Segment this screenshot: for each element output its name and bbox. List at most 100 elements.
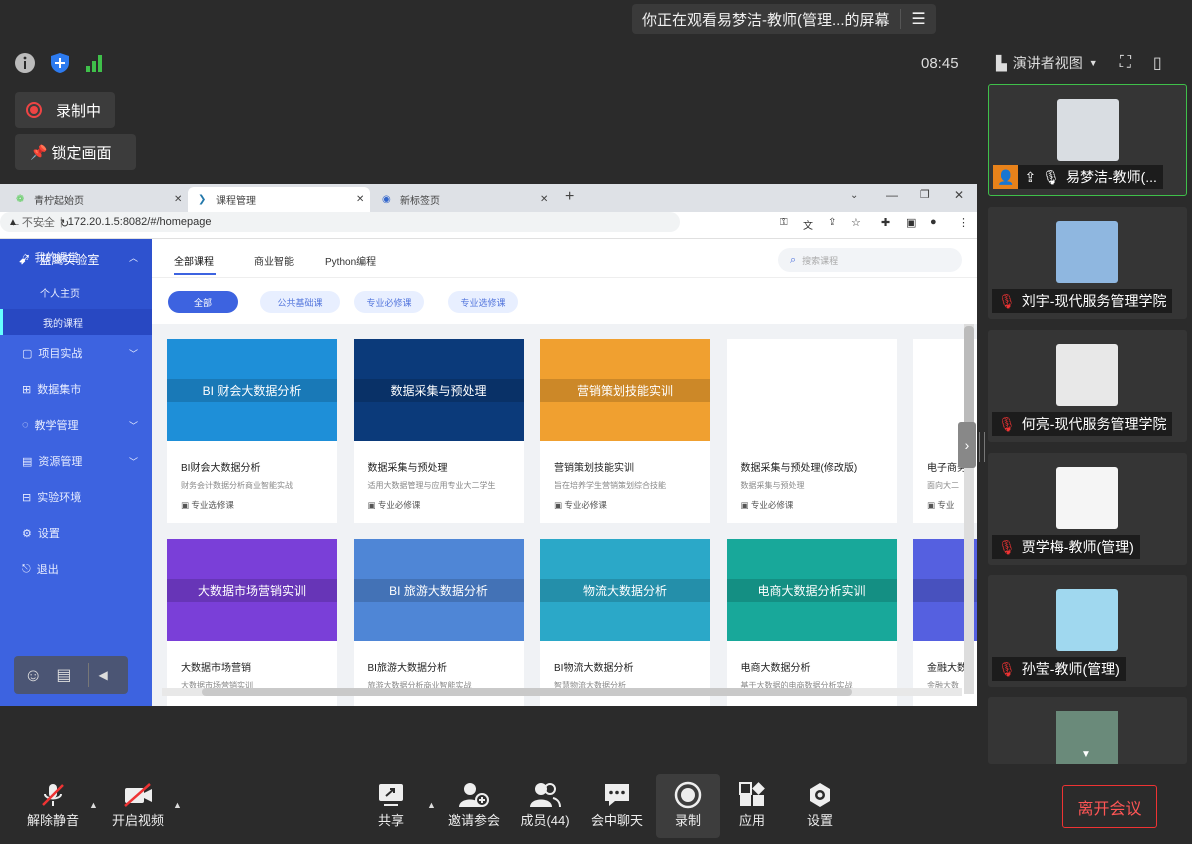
layout-icon[interactable]: ▙ (996, 55, 1007, 72)
fullscreen-icon[interactable]: ⛶ (1120, 54, 1131, 72)
back-icon[interactable]: ← (10, 217, 21, 229)
course-desc: 财务会计数据分析商业智能实战 (181, 481, 293, 490)
url-field[interactable]: ▲ 不安全 | 172.20.1.5:8082/#/homepage (0, 212, 680, 232)
nav-teaching[interactable]: ◌ 教学管理 ﹀ (0, 407, 152, 443)
record-button[interactable]: 录制 (654, 780, 722, 829)
lock-screen-button[interactable]: 📌 锁定画面 (15, 134, 136, 170)
start-video-button[interactable]: 开启视频 (104, 780, 172, 829)
new-tab-icon[interactable]: + (565, 188, 574, 206)
caret-up-icon[interactable]: ▲ (427, 800, 436, 810)
participant-tile[interactable]: 🎙 贾学梅-教师(管理) (988, 453, 1187, 565)
participant-tile[interactable]: 🎙 何亮-现代服务管理学院 (988, 330, 1187, 442)
v-scrollbar[interactable] (964, 324, 974, 694)
chevron-up-icon: ︿ (128, 252, 138, 263)
participant-tile[interactable]: 👤 ⇪ 🎙 易梦洁-教师(... (988, 84, 1187, 196)
minimize-icon[interactable]: — (886, 188, 898, 202)
search-input[interactable]: ⌕ 搜索课程 (778, 248, 962, 272)
share-button[interactable]: 共享 (357, 780, 425, 829)
nav-resources[interactable]: ▤ 资源管理 ﹀ (0, 443, 152, 479)
extension-icon[interactable]: ✚ (881, 216, 890, 229)
browser-tab[interactable]: ◉ 新标签页 ✕ (372, 187, 554, 212)
participant-name: 易梦洁-教师(... (1065, 169, 1157, 185)
course-card[interactable]: 物流大数据分析 BI物流大数据分析 智慧物流大数据分析 (540, 539, 710, 706)
tab-label: Python编程 (325, 257, 377, 268)
filter-public[interactable]: 公共基础课 (260, 291, 340, 313)
menu-icon[interactable]: ☰ (900, 9, 936, 29)
participant-tile[interactable]: ▼ (988, 697, 1187, 764)
close-icon[interactable]: ✕ (356, 194, 364, 205)
shield-icon[interactable] (49, 52, 71, 74)
leave-meeting-button[interactable]: 离开会议 (1062, 785, 1157, 828)
sharing-indicator[interactable]: 你正在观看易梦洁-教师(管理...的屏幕 ☰ (632, 4, 936, 34)
settings-button[interactable]: 设置 (786, 780, 854, 829)
participant-tile[interactable]: 🎙 孙莹-教师(管理) (988, 575, 1187, 687)
profile-icon[interactable]: ● (930, 216, 937, 228)
unmute-button[interactable]: 解除静音 (19, 780, 87, 829)
nav-lab-env[interactable]: ⊟ 实验环境 (0, 479, 152, 515)
translate-icon[interactable]: 文 (803, 217, 813, 232)
course-card[interactable]: 大数据市场营销实训 大数据市场营销 大数据市场营销实训 (167, 539, 337, 706)
tool-label: 设置 (806, 813, 833, 828)
chat-bubble-icon[interactable]: ▤ (56, 665, 71, 685)
share-page-icon[interactable]: ⇪ (828, 217, 836, 228)
nav-datasets[interactable]: ⊞ 数据集市 (0, 371, 152, 407)
course-type: ▣ 专业选修课 (167, 491, 337, 511)
chevron-down-icon[interactable]: ⌄ (850, 190, 858, 201)
nav-projects[interactable]: ▢ 项目实战 ﹀ (0, 335, 152, 371)
forward-icon[interactable]: → (36, 217, 47, 229)
caret-down-icon[interactable]: ▼ (1081, 749, 1091, 760)
window-close-icon[interactable]: ✕ (954, 188, 964, 202)
recording-indicator[interactable]: 录制中 (15, 92, 115, 128)
signal-icon[interactable] (84, 52, 106, 74)
course-card[interactable]: 营销策划技能实训 营销策划技能实训 旨在培养学生营销策划综合技能 ▣ 专业必修课 (540, 339, 710, 523)
chevron-down-icon[interactable]: ▼ (1089, 58, 1098, 68)
brand: ➹ 蓝鹰实验室 (18, 249, 99, 269)
course-title: 数据采集与预处理(修改版) (740, 463, 858, 474)
nav-settings[interactable]: ⚙ 设置 (0, 515, 152, 551)
course-card[interactable]: 电商大数据分析实训 电商大数据分析 基于大数据的电商数据分析实战 (726, 539, 897, 706)
tab-python[interactable]: Python编程 (325, 253, 376, 268)
browser-tab-active[interactable]: ❯ 课程管理 ✕ (188, 187, 370, 212)
tab-bi[interactable]: 商业智能 (254, 253, 294, 268)
course-card[interactable]: 数据采集与预处理(修改版) 数据采集与预处理 ▣ 专业必修课 (726, 339, 897, 523)
caret-up-icon[interactable]: ▲ (89, 800, 98, 810)
close-icon[interactable]: ✕ (540, 194, 548, 205)
key-icon[interactable]: ⚿ (780, 217, 788, 228)
tab-all-courses[interactable]: 全部课程 (174, 253, 214, 268)
tab-label: 青柠起始页 (34, 196, 84, 207)
nav-personal-home[interactable]: 个人主页 (0, 275, 152, 309)
course-title: BI旅游大数据分析 (367, 663, 447, 674)
members-button[interactable]: 成员(44) (511, 780, 579, 829)
nav-my-courses[interactable]: 我的课程 (0, 309, 152, 335)
sidepanel-icon[interactable]: ▣ (906, 216, 916, 229)
course-card[interactable]: BI 旅游大数据分析 BI旅游大数据分析 旅游大数据分析商业智能实战 (353, 539, 524, 706)
close-icon[interactable]: ✕ (174, 194, 182, 205)
course-card[interactable]: BI 财会大数据分析 BI财会大数据分析 财务会计数据分析商业智能实战 ▣ 专业选修课 (167, 339, 337, 523)
more-icon[interactable]: ⋮ (958, 216, 969, 229)
browser-tab[interactable]: ❁ 青柠起始页 ✕ (6, 187, 186, 212)
address-bar: ← → ↻ ▲ 不安全 | 172.20.1.5:8082/#/homepage… (0, 212, 977, 239)
filter-required[interactable]: 专业必修课 (354, 291, 424, 313)
participant-tile[interactable]: 🎙 刘宇-现代服务管理学院 (988, 207, 1187, 319)
star-icon[interactable]: ☆ (851, 216, 861, 229)
collapse-icon[interactable]: ◀ (99, 668, 108, 682)
filter-elective[interactable]: 专业选修课 (448, 291, 518, 313)
participant-name: 孙莹-教师(管理) (1021, 661, 1120, 677)
h-scrollbar[interactable] (162, 688, 962, 696)
nav-logout[interactable]: ⎋ 退出 (0, 551, 152, 587)
scroll-right-button[interactable]: › (958, 422, 976, 468)
caret-up-icon[interactable]: ▲ (173, 800, 182, 810)
reload-icon[interactable]: ↻ (60, 217, 69, 230)
chat-button[interactable]: 会中聊天 (583, 780, 651, 829)
apps-button[interactable]: 应用 (718, 780, 786, 829)
view-mode-label[interactable]: 演讲者视图 (1013, 53, 1083, 73)
sidebar-toggle-icon[interactable]: ▯ (1153, 53, 1162, 73)
restore-icon[interactable]: ❐ (920, 188, 930, 201)
course-card[interactable]: 数据采集与预处理 数据采集与预处理 适用大数据管理与应用专业大二学生 ▣ 专业必修课 (353, 339, 524, 523)
participant-name: 贾学梅-教师(管理) (1021, 539, 1134, 555)
sharing-icon: ⇪ (1024, 168, 1037, 185)
invite-button[interactable]: 邀请参会 (440, 780, 508, 829)
emoji-icon[interactable]: ☺ (24, 665, 42, 686)
filter-all[interactable]: 全部 (168, 291, 238, 313)
info-icon[interactable] (14, 52, 36, 74)
